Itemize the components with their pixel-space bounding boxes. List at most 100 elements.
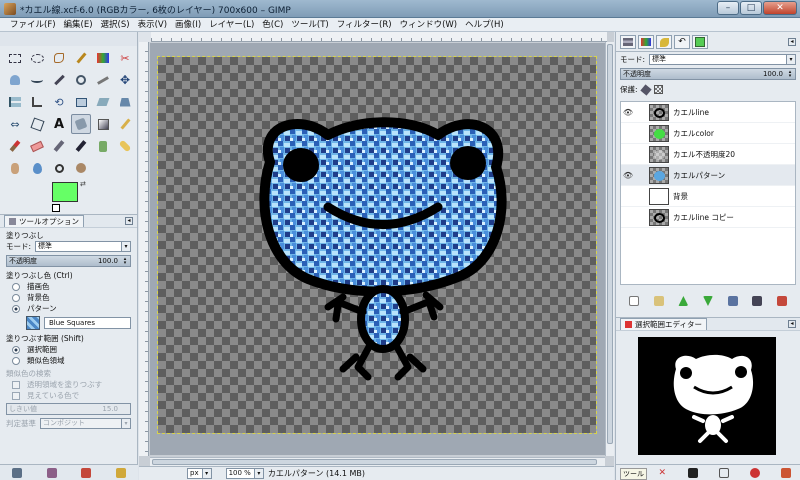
checkbox-sample-merged[interactable] <box>12 391 20 400</box>
reset-options-icon[interactable] <box>115 467 126 478</box>
fill-bg-option[interactable]: 背景色 <box>6 292 131 303</box>
ink-icon[interactable] <box>71 136 91 156</box>
quick-mask-corner[interactable] <box>139 32 151 42</box>
unit-dropdown[interactable]: px ▾ <box>187 468 212 479</box>
tab-patterns[interactable] <box>692 35 708 49</box>
canvas-viewport[interactable] <box>150 43 605 455</box>
radio-similar[interactable] <box>12 356 20 365</box>
visibility-eye-icon[interactable]: 👁 <box>621 108 635 117</box>
fill-fg-option[interactable]: 描画色 <box>6 281 131 292</box>
tab-tool-options[interactable]: ツールオプション <box>4 215 84 227</box>
layer-mode-dropdown[interactable]: 標準 ▾ <box>649 54 796 65</box>
menu-image[interactable]: 画像(I) <box>171 18 205 31</box>
layer-row[interactable]: カエルline コピー <box>621 207 795 228</box>
checkbox-transparent[interactable] <box>12 380 20 389</box>
ellipse-select-icon[interactable] <box>27 48 47 68</box>
vertical-ruler[interactable] <box>139 42 149 456</box>
layer-row[interactable]: カエル不透明度20 <box>621 144 795 165</box>
menu-tools[interactable]: ツール(T) <box>287 18 332 31</box>
lower-layer-icon[interactable] <box>702 296 713 306</box>
close-button[interactable]: ✕ <box>763 1 797 15</box>
bucket-fill-icon[interactable] <box>71 114 91 134</box>
foreground-select-icon[interactable] <box>5 70 25 90</box>
zoom-dropdown[interactable]: 100 % ▾ <box>225 468 264 479</box>
area-similar-option[interactable]: 類似色領域 <box>6 355 131 366</box>
scissors-icon[interactable]: ✂ <box>115 48 135 68</box>
menu-windows[interactable]: ウィンドウ(W) <box>396 18 462 31</box>
minimize-button[interactable]: – <box>717 1 739 15</box>
default-colors-icon[interactable] <box>52 204 60 212</box>
paintbrush-icon[interactable] <box>5 136 25 156</box>
panel-menu-icon[interactable]: ◂ <box>125 217 133 225</box>
cage-icon[interactable] <box>27 114 47 134</box>
sample-merged-option[interactable]: 見えている色で <box>6 390 131 401</box>
blend-icon[interactable] <box>93 114 113 134</box>
stroke-selection-icon[interactable] <box>780 467 791 478</box>
heal-icon[interactable] <box>115 136 135 156</box>
panel-menu-icon[interactable]: ◂ <box>788 320 796 328</box>
measure-icon[interactable] <box>93 70 113 90</box>
duplicate-layer-icon[interactable] <box>727 296 738 306</box>
save-to-channel-icon[interactable] <box>718 467 729 478</box>
horizontal-scroll-thumb[interactable] <box>152 459 597 465</box>
clone-icon[interactable] <box>93 136 113 156</box>
tab-layers[interactable] <box>620 35 636 49</box>
rect-select-icon[interactable] <box>5 48 25 68</box>
rotate-icon[interactable]: ⟲ <box>49 92 69 112</box>
select-by-color-icon[interactable] <box>93 48 113 68</box>
opacity-slider[interactable]: 不透明度 100.0 ▴ ▾ <box>6 255 131 267</box>
lock-alpha-icon[interactable] <box>653 85 663 94</box>
tab-channels[interactable] <box>638 35 654 49</box>
eraser-icon[interactable] <box>27 136 47 156</box>
save-options-icon[interactable] <box>12 467 23 478</box>
swap-colors-icon[interactable]: ⇄ <box>80 180 86 188</box>
smudge-icon[interactable] <box>5 158 25 178</box>
menu-filters[interactable]: フィルター(R) <box>333 18 396 31</box>
menu-layer[interactable]: レイヤー(L) <box>205 18 258 31</box>
scale-icon[interactable] <box>71 92 91 112</box>
blur-icon[interactable] <box>27 158 47 178</box>
radio-selection[interactable] <box>12 345 20 354</box>
align-icon[interactable] <box>5 92 25 112</box>
tab-selection-editor[interactable]: 選択範囲エディター <box>620 318 707 330</box>
zoom-icon[interactable] <box>71 70 91 90</box>
foreground-color-swatch[interactable] <box>52 182 78 202</box>
threshold-slider[interactable]: しきい値 15.0 <box>6 403 131 415</box>
vertical-scrollbar[interactable] <box>605 42 614 456</box>
new-group-icon[interactable] <box>653 296 664 306</box>
text-icon[interactable]: A <box>49 114 69 134</box>
maximize-button[interactable]: □ <box>740 1 762 15</box>
menu-view[interactable]: 表示(V) <box>134 18 171 31</box>
raise-layer-icon[interactable] <box>678 296 689 306</box>
pattern-preview[interactable] <box>26 316 40 330</box>
flip-icon[interactable]: ⇔ <box>5 114 25 134</box>
pencil-icon[interactable] <box>115 114 135 134</box>
dodge-burn-icon[interactable] <box>49 158 69 178</box>
invert-selection-icon[interactable] <box>688 467 699 478</box>
move-icon[interactable]: ✥ <box>115 70 135 90</box>
menu-colors[interactable]: 色(C) <box>258 18 287 31</box>
perspective-clone-icon[interactable] <box>71 158 91 178</box>
image-canvas[interactable] <box>157 56 597 434</box>
selection-preview[interactable] <box>638 337 776 455</box>
horizontal-scrollbar[interactable] <box>150 457 605 466</box>
paths-icon[interactable] <box>27 70 47 90</box>
perspective-icon[interactable] <box>115 92 135 112</box>
spinner-icon[interactable]: ▴ ▾ <box>121 257 129 266</box>
layer-row[interactable]: 背景 <box>621 186 795 207</box>
radio-pattern[interactable] <box>12 304 20 313</box>
airbrush-icon[interactable] <box>49 136 69 156</box>
spinner-icon[interactable]: ▴ ▾ <box>786 70 794 79</box>
layer-row[interactable]: 👁 カエルパターン <box>621 165 795 186</box>
menu-select[interactable]: 選択(S) <box>97 18 134 31</box>
lock-pixels-icon[interactable] <box>639 83 652 96</box>
horizontal-ruler[interactable] <box>151 32 607 42</box>
panel-menu-icon[interactable]: ◂ <box>788 38 796 46</box>
selection-to-path-icon[interactable] <box>749 467 760 478</box>
menu-edit[interactable]: 編集(E) <box>60 18 97 31</box>
color-picker-icon[interactable] <box>49 70 69 90</box>
tab-undo[interactable]: ↶ <box>674 35 690 49</box>
fuzzy-select-icon[interactable] <box>71 48 91 68</box>
new-layer-icon[interactable] <box>629 296 640 306</box>
shear-icon[interactable] <box>93 92 113 112</box>
